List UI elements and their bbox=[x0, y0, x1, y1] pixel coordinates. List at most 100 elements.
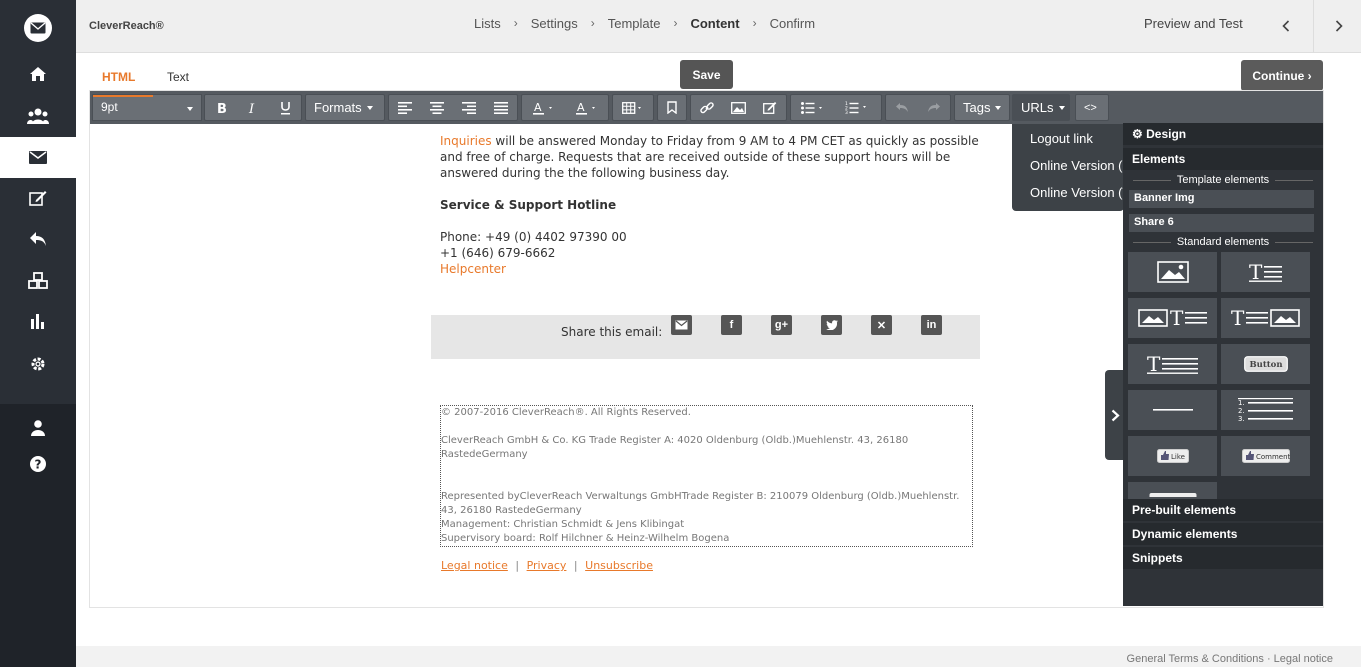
email-share-icon[interactable] bbox=[671, 315, 692, 335]
bookmark-button[interactable] bbox=[657, 94, 687, 121]
image-block-tile[interactable] bbox=[1128, 252, 1217, 292]
tags-label: Tags bbox=[963, 100, 991, 115]
cubes-icon[interactable] bbox=[0, 261, 76, 301]
bold-button[interactable]: B bbox=[205, 95, 237, 120]
align-center-button[interactable] bbox=[421, 95, 453, 120]
heading-text-icon: T bbox=[1146, 354, 1198, 374]
chevron-right-icon bbox=[1111, 409, 1120, 421]
wizard-steps: Lists › Settings › Template › Content › … bbox=[474, 16, 815, 31]
text-color-icon: A bbox=[532, 101, 552, 115]
redo-button[interactable] bbox=[918, 95, 950, 120]
xing-icon[interactable]: ✕ bbox=[871, 315, 892, 335]
align-justify-icon bbox=[494, 101, 508, 114]
heading-text-tile[interactable]: T bbox=[1128, 344, 1217, 384]
home-icon[interactable] bbox=[0, 54, 76, 94]
tab-html[interactable]: HTML bbox=[102, 70, 135, 84]
menu-item-online-version-text[interactable]: Online Version (T bbox=[1030, 185, 1124, 200]
brand-name: CleverReach® bbox=[89, 20, 164, 32]
facebook-like-tile[interactable]: Like bbox=[1128, 436, 1217, 476]
text-image-tile[interactable]: T bbox=[1221, 298, 1310, 338]
inquiries-link[interactable]: Inquiries bbox=[440, 134, 492, 148]
facebook-comment-tile[interactable]: Comment bbox=[1221, 436, 1310, 476]
underline-button[interactable] bbox=[269, 95, 301, 120]
text-color-button[interactable]: A bbox=[522, 95, 565, 120]
elements-section-header[interactable]: Elements bbox=[1123, 148, 1323, 170]
phone-line-2: +1 (646) 679-6662 bbox=[440, 246, 556, 260]
gear-icon[interactable] bbox=[0, 344, 76, 384]
step-lists[interactable]: Lists bbox=[474, 16, 501, 31]
snippets-header[interactable]: Snippets bbox=[1123, 547, 1323, 569]
menu-item-online-version-html[interactable]: Online Version (H bbox=[1030, 158, 1124, 173]
urls-label: URLs bbox=[1021, 100, 1054, 115]
insert-link-button[interactable] bbox=[691, 95, 723, 120]
prebuilt-elements-header[interactable]: Pre-built elements bbox=[1123, 499, 1323, 521]
background-color-button[interactable]: A bbox=[565, 95, 608, 120]
template-item-banner-img[interactable]: Banner Img bbox=[1129, 190, 1314, 208]
numbered-list-tile[interactable]: 1. 2. 3. bbox=[1221, 390, 1310, 430]
source-code-button[interactable]: <> bbox=[1075, 94, 1109, 121]
urls-dropdown[interactable]: URLs bbox=[1012, 94, 1070, 121]
undo-button[interactable] bbox=[886, 95, 918, 120]
background-color-icon: A bbox=[575, 101, 595, 115]
table-dropdown[interactable] bbox=[612, 94, 654, 121]
helpcenter-link[interactable]: Helpcenter bbox=[440, 261, 990, 277]
bold-icon: B bbox=[217, 102, 227, 114]
text-block-tile[interactable]: T bbox=[1221, 252, 1310, 292]
mailing-icon[interactable] bbox=[0, 137, 76, 178]
footer-line: Management: Christian Schmidt & Jens Kli… bbox=[441, 519, 685, 530]
insert-image-button[interactable] bbox=[723, 95, 755, 120]
email-content: Inquiries will be answered Monday to Fri… bbox=[440, 133, 990, 277]
continue-button[interactable]: Continue › bbox=[1241, 60, 1323, 91]
align-justify-button[interactable] bbox=[485, 95, 517, 120]
save-button[interactable]: Save bbox=[680, 60, 733, 89]
svg-text:B: B bbox=[217, 102, 227, 114]
divider-tile[interactable] bbox=[1128, 390, 1217, 430]
dynamic-elements-header[interactable]: Dynamic elements bbox=[1123, 523, 1323, 545]
next-step-button[interactable] bbox=[1324, 13, 1354, 39]
tags-dropdown[interactable]: Tags bbox=[954, 94, 1010, 121]
link-separator: | bbox=[515, 559, 520, 572]
footer-legal-links[interactable]: General Terms & Conditions · Legal notic… bbox=[1127, 653, 1333, 665]
step-content[interactable]: Content bbox=[690, 16, 739, 31]
unsubscribe-link[interactable]: Unsubscribe bbox=[585, 559, 653, 572]
users-icon[interactable] bbox=[0, 96, 76, 136]
numbered-list-button[interactable]: 123 bbox=[835, 95, 879, 120]
preview-and-test-link[interactable]: Preview and Test bbox=[1144, 16, 1243, 31]
italic-button[interactable]: I bbox=[237, 95, 269, 120]
svg-text:3: 3 bbox=[845, 110, 848, 114]
step-template[interactable]: Template bbox=[608, 16, 661, 31]
image-text-tile[interactable]: T bbox=[1128, 298, 1217, 338]
legal-notice-link[interactable]: Legal notice bbox=[441, 559, 508, 572]
edit-block-button[interactable] bbox=[754, 95, 786, 120]
align-right-button[interactable] bbox=[453, 95, 485, 120]
privacy-link[interactable]: Privacy bbox=[527, 559, 567, 572]
align-left-button[interactable] bbox=[389, 95, 421, 120]
step-settings[interactable]: Settings bbox=[531, 16, 578, 31]
panel-toggle-handle[interactable] bbox=[1105, 370, 1125, 460]
tab-text[interactable]: Text bbox=[167, 70, 189, 84]
menu-item-logout-link[interactable]: Logout link bbox=[1030, 131, 1093, 146]
facebook-icon[interactable]: f bbox=[721, 315, 742, 335]
svg-text:T: T bbox=[1147, 354, 1161, 374]
help-icon[interactable]: ? bbox=[0, 444, 76, 484]
insert-group bbox=[690, 94, 787, 121]
template-item-share-6[interactable]: Share 6 bbox=[1129, 214, 1314, 232]
edit-form-icon[interactable] bbox=[0, 178, 76, 218]
envelope-logo-icon[interactable] bbox=[24, 14, 52, 42]
linkedin-icon[interactable]: in bbox=[921, 315, 942, 335]
statistics-icon[interactable] bbox=[0, 301, 76, 341]
design-section-header[interactable]: ⚙ Design bbox=[1123, 123, 1323, 145]
reply-icon[interactable] bbox=[0, 219, 76, 259]
account-icon[interactable] bbox=[0, 408, 76, 448]
prev-step-button[interactable] bbox=[1271, 13, 1301, 39]
google-plus-icon[interactable]: g+ bbox=[771, 315, 792, 335]
step-confirm[interactable]: Confirm bbox=[770, 16, 816, 31]
email-footer-block[interactable]: © 2007-2016 CleverReach®. All Rights Res… bbox=[440, 405, 973, 547]
edit-icon bbox=[763, 102, 777, 114]
bullet-list-button[interactable] bbox=[791, 95, 835, 120]
bullet-list-icon bbox=[801, 101, 822, 114]
twitter-icon[interactable] bbox=[821, 315, 842, 335]
font-size-select[interactable]: 9pt bbox=[92, 94, 202, 121]
button-block-tile[interactable]: Button bbox=[1221, 344, 1310, 384]
formats-dropdown[interactable]: Formats bbox=[305, 94, 385, 121]
